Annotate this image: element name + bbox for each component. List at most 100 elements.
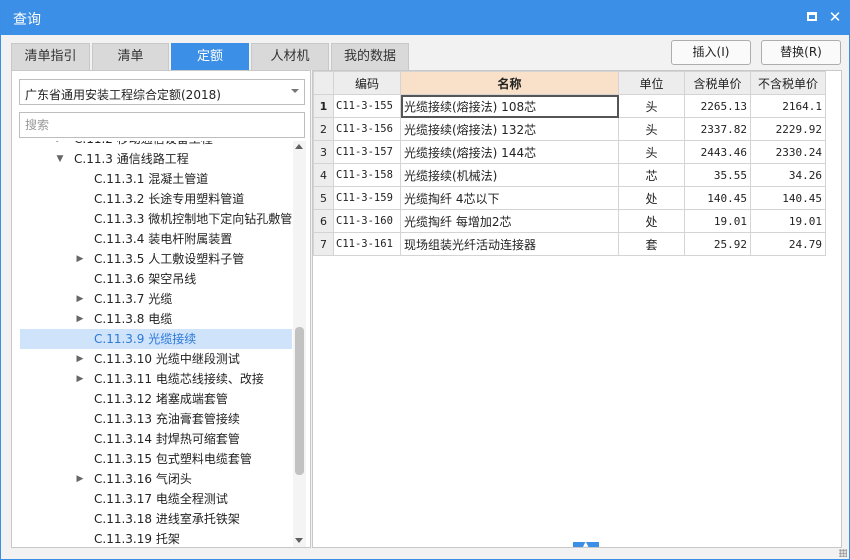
cell-price-tax[interactable]: 35.55	[684, 163, 751, 187]
cell-name[interactable]: 光缆接续(机械法)	[400, 163, 619, 187]
tab-labor-material-machine[interactable]: 人材机	[251, 43, 329, 70]
cell-price-notax[interactable]: 2164.1	[750, 94, 826, 118]
tree-item[interactable]: ▶ C.11.3.11 电缆芯线接续、改接	[20, 369, 292, 389]
cell-unit[interactable]: 处	[618, 186, 685, 210]
tree-item[interactable]: C.11.3.17 电缆全程测试	[20, 489, 292, 509]
tab-quota[interactable]: 定额	[171, 43, 249, 70]
replace-button[interactable]: 替换(R)	[761, 40, 841, 65]
insert-button[interactable]: 插入(I)	[671, 40, 751, 65]
header-price-tax[interactable]: 含税单价	[684, 71, 751, 95]
tree-item[interactable]: ▶ C.11.3.5 人工敷设塑料子管	[20, 249, 292, 269]
tree-item[interactable]: C.11.3.14 封焊热可缩套管	[20, 429, 292, 449]
tree-item[interactable]: ▶ C.11.3.10 光缆中继段测试	[20, 349, 292, 369]
tree-item[interactable]: C.11.3.6 架空吊线	[20, 269, 292, 289]
cell-price-tax[interactable]: 2443.46	[684, 140, 751, 164]
cell-price-tax[interactable]: 19.01	[684, 209, 751, 233]
splitter-handle[interactable]: ▲	[573, 541, 599, 548]
tree-item[interactable]: ▶ C.11.3.7 光缆	[20, 289, 292, 309]
tab-list-guide[interactable]: 清单指引	[11, 43, 90, 70]
cell-code[interactable]: C11-3-161	[333, 232, 401, 256]
table-row[interactable]: 3 C11-3-157 光缆接续(熔接法) 144芯头 2443.46 2330.24	[313, 140, 826, 164]
cell-price-tax[interactable]: 2265.13	[684, 94, 751, 118]
cell-unit[interactable]: 处	[618, 209, 685, 233]
cell-code[interactable]: C11-3-155	[333, 94, 401, 118]
row-number[interactable]: 1	[313, 94, 334, 118]
table-row[interactable]: 5 C11-3-159 光缆掏纤 4芯以下处 140.45 140.45	[313, 186, 826, 210]
tree-item[interactable]: C.11.3.3 微机控制地下定向钻孔敷管	[20, 209, 292, 229]
cell-name[interactable]: 光缆接续(熔接法) 132芯	[400, 117, 619, 141]
table-row[interactable]: 2 C11-3-156 光缆接续(熔接法) 132芯头 2337.82 2229.92	[313, 117, 826, 141]
collapsed-arrow-icon[interactable]: ▶	[75, 289, 85, 309]
quota-library-select[interactable]: 广东省通用安装工程综合定额(2018)	[19, 79, 305, 105]
collapsed-arrow-icon[interactable]: ▶	[75, 469, 85, 489]
close-icon[interactable]: ✕	[827, 9, 843, 25]
row-number[interactable]: 2	[313, 117, 334, 141]
cell-code[interactable]: C11-3-156	[333, 117, 401, 141]
table-row[interactable]: 1 C11-3-155 光缆接续(熔接法) 108芯头 2265.13 2164.1	[313, 94, 826, 118]
collapsed-arrow-icon[interactable]: ▶	[55, 141, 65, 149]
header-name[interactable]: 名称	[400, 71, 619, 95]
cell-name[interactable]: 光缆接续(熔接法) 108芯	[400, 94, 619, 118]
expanded-arrow-icon[interactable]: ▼	[55, 149, 65, 169]
tree-item[interactable]: C.11.3.2 长途专用塑料管道	[20, 189, 292, 209]
resize-grip-icon[interactable]	[839, 549, 847, 557]
tree-item[interactable]: C.11.3.4 装电杆附属装置	[20, 229, 292, 249]
table-row[interactable]: 6 C11-3-160 光缆掏纤 每增加2芯处 19.01 19.01	[313, 209, 826, 233]
tree-item[interactable]: ▶ C.11.3.8 电缆	[20, 309, 292, 329]
tree-item[interactable]: C.11.3.12 堵塞成端套管	[20, 389, 292, 409]
tree-item[interactable]: C.11.3.18 进线室承托铁架	[20, 509, 292, 529]
table-row[interactable]: 7 C11-3-161 现场组装光纤活动连接器套 25.92 24.79	[313, 232, 826, 256]
cell-price-notax[interactable]: 24.79	[750, 232, 826, 256]
tree-item[interactable]: ▶ C.11.2 移动通信设备工程	[20, 141, 292, 149]
cell-price-notax[interactable]: 19.01	[750, 209, 826, 233]
row-number[interactable]: 7	[313, 232, 334, 256]
cell-price-notax[interactable]: 140.45	[750, 186, 826, 210]
cell-price-tax[interactable]: 2337.82	[684, 117, 751, 141]
row-number[interactable]: 3	[313, 140, 334, 164]
tree-item[interactable]: C.11.3.9 光缆接续	[20, 329, 292, 349]
tree-scrollbar[interactable]	[293, 141, 306, 547]
title-bar[interactable]: 查询 ✕	[1, 1, 849, 35]
tree-item[interactable]: ▼ C.11.3 通信线路工程	[20, 149, 292, 169]
collapsed-arrow-icon[interactable]: ▶	[75, 249, 85, 269]
cell-unit[interactable]: 头	[618, 117, 685, 141]
cell-price-tax[interactable]: 140.45	[684, 186, 751, 210]
tab-list[interactable]: 清单	[92, 43, 169, 70]
collapsed-arrow-icon[interactable]: ▶	[75, 369, 85, 389]
scroll-up-icon[interactable]	[295, 144, 303, 149]
cell-unit[interactable]: 芯	[618, 163, 685, 187]
tree-item[interactable]: C.11.3.15 包式塑料电缆套管	[20, 449, 292, 469]
collapsed-arrow-icon[interactable]: ▶	[75, 349, 85, 369]
header-code[interactable]: 编码	[333, 71, 401, 95]
header-unit[interactable]: 单位	[618, 71, 685, 95]
maximize-icon[interactable]	[804, 9, 820, 25]
cell-price-notax[interactable]: 2229.92	[750, 117, 826, 141]
cell-code[interactable]: C11-3-158	[333, 163, 401, 187]
cell-name[interactable]: 光缆掏纤 4芯以下	[400, 186, 619, 210]
scroll-down-icon[interactable]	[295, 538, 303, 543]
cell-price-notax[interactable]: 2330.24	[750, 140, 826, 164]
cell-name[interactable]: 光缆掏纤 每增加2芯	[400, 209, 619, 233]
row-number[interactable]: 5	[313, 186, 334, 210]
tree-item[interactable]: C.11.3.1 混凝土管道	[20, 169, 292, 189]
cell-unit[interactable]: 头	[618, 140, 685, 164]
scrollbar-thumb[interactable]	[295, 327, 304, 475]
cell-code[interactable]: C11-3-160	[333, 209, 401, 233]
cell-code[interactable]: C11-3-157	[333, 140, 401, 164]
table-row[interactable]: 4 C11-3-158 光缆接续(机械法) 芯 35.55 34.26	[313, 163, 826, 187]
cell-price-notax[interactable]: 34.26	[750, 163, 826, 187]
tab-my-data[interactable]: 我的数据	[331, 43, 409, 70]
row-number[interactable]: 6	[313, 209, 334, 233]
collapsed-arrow-icon[interactable]: ▶	[75, 309, 85, 329]
search-input[interactable]	[19, 112, 305, 138]
cell-name[interactable]: 现场组装光纤活动连接器	[400, 232, 619, 256]
cell-name[interactable]: 光缆接续(熔接法) 144芯	[400, 140, 619, 164]
header-price-notax[interactable]: 不含税单价	[750, 71, 826, 95]
tree-item[interactable]: C.11.3.19 托架	[20, 529, 292, 546]
tree-item[interactable]: ▶ C.11.3.16 气闭头	[20, 469, 292, 489]
cell-unit[interactable]: 套	[618, 232, 685, 256]
cell-unit[interactable]: 头	[618, 94, 685, 118]
row-number[interactable]: 4	[313, 163, 334, 187]
cell-price-tax[interactable]: 25.92	[684, 232, 751, 256]
tree-item[interactable]: C.11.3.13 充油膏套管接续	[20, 409, 292, 429]
